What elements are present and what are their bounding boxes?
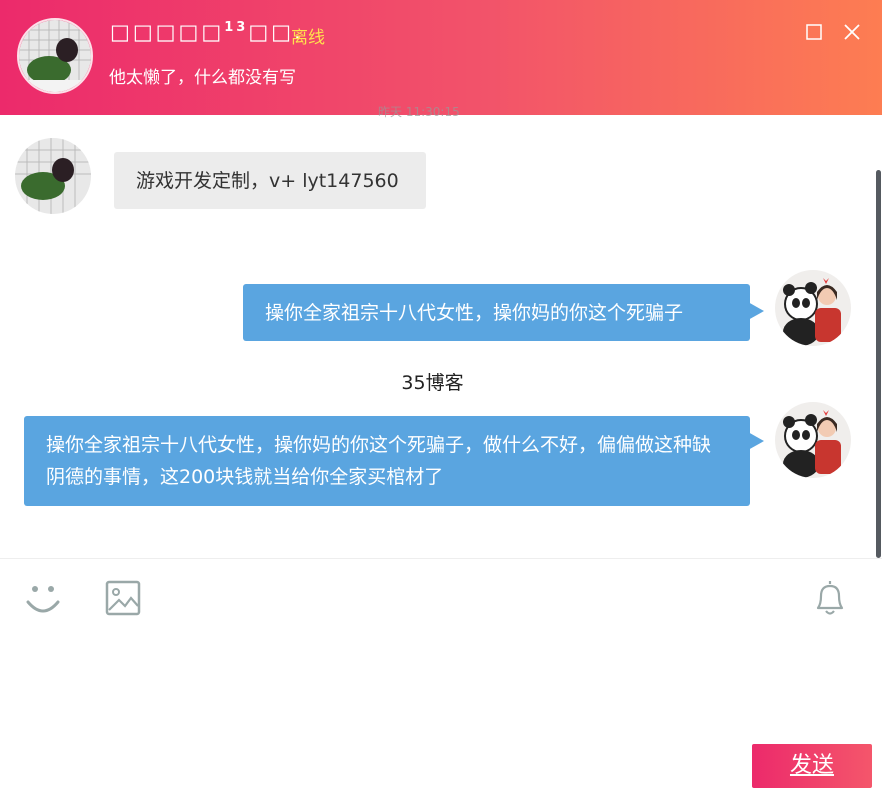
bell-icon <box>816 581 844 615</box>
message-input[interactable] <box>20 630 860 730</box>
close-icon <box>844 24 860 40</box>
toolbar-divider <box>0 558 882 559</box>
bubble-tail <box>748 302 764 320</box>
self-avatar[interactable] <box>775 402 851 478</box>
scrollbar[interactable] <box>876 170 881 558</box>
contact-signature: 他太懒了，什么都没有写 <box>109 68 296 88</box>
avatar-photo-icon <box>19 20 91 92</box>
panda-avatar-icon <box>775 270 851 346</box>
maximize-button[interactable] <box>804 22 824 42</box>
message-bubble-outgoing[interactable]: 操你全家祖宗十八代女性，操你妈的你这个死骗子，做什么不好，偏偏做这种缺阴德的事情… <box>24 416 750 506</box>
message-bubble-outgoing[interactable]: 操你全家祖宗十八代女性，操你妈的你这个死骗子 <box>243 284 750 341</box>
avatar-photo-icon <box>15 138 91 214</box>
message-bubble-incoming[interactable]: 游戏开发定制，v+ lyt147560 <box>114 152 426 209</box>
notification-button[interactable] <box>812 578 848 622</box>
close-button[interactable] <box>842 22 862 42</box>
image-button[interactable] <box>105 580 141 620</box>
system-note: 35博客 <box>401 372 464 394</box>
emoji-button[interactable] <box>24 580 62 622</box>
panda-avatar-icon <box>775 402 851 478</box>
image-icon <box>105 580 141 616</box>
chat-header: □□□□□13□□. 离线 他太懒了，什么都没有写 <box>0 0 882 115</box>
sender-avatar[interactable] <box>15 138 91 214</box>
message-timestamp: 昨天 11:30:15 <box>378 105 460 119</box>
send-button[interactable]: 发送 <box>752 744 872 788</box>
contact-name: □□□□□13□□. <box>110 20 304 44</box>
online-status: 离线 <box>291 28 325 48</box>
maximize-icon <box>806 24 822 40</box>
send-label: 发送 <box>789 753 834 778</box>
self-avatar[interactable] <box>775 270 851 346</box>
smiley-icon <box>26 586 60 613</box>
bubble-tail <box>748 432 764 450</box>
contact-avatar[interactable] <box>17 18 93 94</box>
